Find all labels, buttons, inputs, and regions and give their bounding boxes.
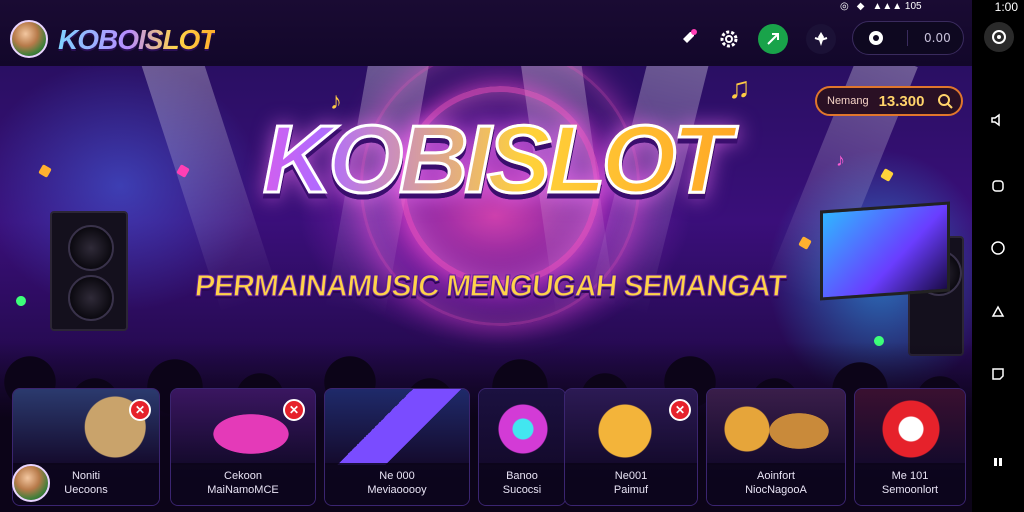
game-card[interactable]: Banoo Sucocsi xyxy=(478,388,566,506)
card-art xyxy=(707,389,845,465)
confetti xyxy=(14,294,28,308)
hero-subtitle: PERMAINAMUSIC MENGUGAH SEMANGAT xyxy=(193,270,788,304)
system-nav-bar: 1:00 xyxy=(972,0,1024,512)
hero-title: KOBISLOT xyxy=(185,110,805,209)
music-note-icon: ♪ xyxy=(836,150,845,170)
card-title: Banoo xyxy=(506,470,538,482)
card-art xyxy=(479,389,565,465)
back-icon[interactable] xyxy=(988,364,1008,384)
clock: 1:00 xyxy=(994,0,1018,14)
card-title: Cekoon xyxy=(224,470,262,482)
card-subtitle: Sucocsi xyxy=(502,484,542,496)
user-avatar[interactable] xyxy=(12,464,50,502)
card-subtitle: Paimuf xyxy=(613,484,649,496)
confetti xyxy=(38,164,52,178)
speaker-left xyxy=(50,211,128,331)
brand-avatar[interactable] xyxy=(10,20,48,58)
confetti xyxy=(880,168,894,182)
card-subtitle: NiocNagooA xyxy=(745,484,807,496)
cog-icon xyxy=(863,25,889,51)
badge-icon xyxy=(814,32,828,46)
rocket-button[interactable] xyxy=(672,24,702,54)
search-field[interactable]: Nemang 13.300 xyxy=(815,86,963,116)
card-title: Ne 000 xyxy=(379,470,415,482)
brand-logo[interactable]: KOBOISLOT xyxy=(58,24,216,56)
game-card-row: ✕ Noniti Uecoons ✕ Cekoon MaiNamoMCE Ne … xyxy=(12,388,966,506)
close-icon[interactable]: ✕ xyxy=(669,399,691,421)
card-art xyxy=(855,389,965,465)
card-subtitle: Semoonlort xyxy=(881,484,939,496)
card-title: Ne001 xyxy=(614,470,648,482)
alarm-icon: ◎ xyxy=(840,0,849,12)
circle-icon[interactable] xyxy=(988,238,1008,258)
app-header: KOBOISLOT 0.00 xyxy=(0,0,972,66)
volume-icon[interactable] xyxy=(988,110,1008,130)
signal-text: ▲▲▲ 105 xyxy=(872,0,922,12)
stage-screen xyxy=(820,201,950,301)
search-icon[interactable] xyxy=(937,93,953,109)
card-subtitle: Meviaooooy xyxy=(367,484,427,496)
card-caption: Me 101 Semoonlort xyxy=(855,463,965,505)
card-caption: Ne 000 Meviaooooy xyxy=(325,463,469,505)
game-card[interactable]: Me 101 Semoonlort xyxy=(854,388,966,506)
share-icon[interactable] xyxy=(988,302,1008,322)
close-icon[interactable]: ✕ xyxy=(283,399,305,421)
card-caption: Ne001 Paimuf xyxy=(565,463,697,505)
card-title: Aoinfort xyxy=(757,470,795,482)
card-caption: Banoo Sucocsi xyxy=(479,463,565,505)
settings-button[interactable] xyxy=(714,24,744,54)
game-card[interactable]: Aoinfort NiocNagooA xyxy=(706,388,846,506)
game-card[interactable]: ✕ Ne001 Paimuf xyxy=(564,388,698,506)
arrow-icon xyxy=(767,33,779,45)
gear-icon xyxy=(720,30,738,48)
refresh-button[interactable] xyxy=(984,22,1014,52)
music-note-icon: ♫ xyxy=(728,72,751,105)
divider xyxy=(907,30,908,46)
send-button[interactable] xyxy=(758,24,788,54)
balance-pill[interactable]: 0.00 xyxy=(852,21,964,55)
search-label: Nemang xyxy=(827,95,869,107)
game-card[interactable]: ✕ Cekoon MaiNamoMCE xyxy=(170,388,316,506)
rewards-button[interactable] xyxy=(806,24,836,54)
card-caption: Aoinfort NiocNagooA xyxy=(707,463,845,505)
home-icon[interactable] xyxy=(988,176,1008,196)
card-subtitle: MaiNamoMCE xyxy=(207,484,279,496)
balance-value: 0.00 xyxy=(924,31,951,45)
refresh-icon xyxy=(992,30,1006,44)
card-title: Me 101 xyxy=(891,470,929,482)
rocket-icon xyxy=(680,29,697,46)
game-card[interactable]: Ne 000 Meviaooooy xyxy=(324,388,470,506)
close-icon[interactable]: ✕ xyxy=(129,399,151,421)
search-value: 13.300 xyxy=(878,92,925,110)
status-icons: ◎ ◆ ▲▲▲ 105 xyxy=(840,0,972,12)
card-art xyxy=(325,389,469,465)
card-caption: Cekoon MaiNamoMCE xyxy=(171,463,315,505)
wifi-icon: ◆ xyxy=(856,0,865,12)
pause-icon[interactable] xyxy=(988,452,1008,472)
